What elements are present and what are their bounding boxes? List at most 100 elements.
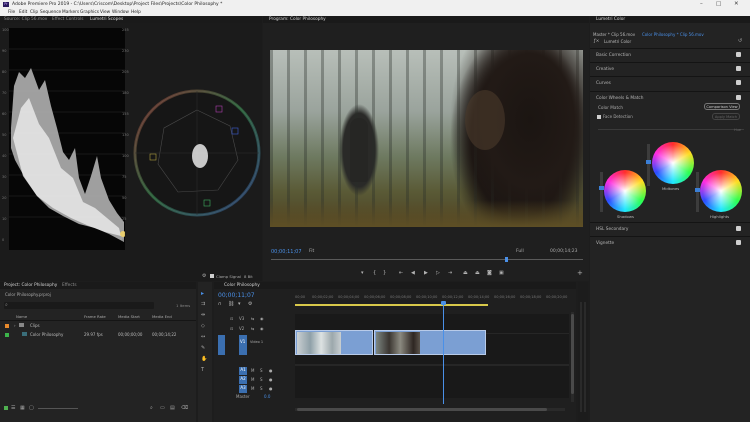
- lift-icon[interactable]: ⏏: [463, 270, 468, 276]
- time-ruler[interactable]: 00;00 00;00;02;00 00;00;04;00 00;00;06;0…: [295, 294, 569, 304]
- section-checkbox[interactable]: [736, 240, 741, 245]
- section-vignette[interactable]: Vignette: [590, 236, 750, 248]
- column-media-end[interactable]: Media End: [152, 314, 172, 319]
- eye-icon[interactable]: ◉: [260, 326, 264, 331]
- tab-lumetri-color[interactable]: Lumetri Color: [596, 17, 625, 22]
- track-name[interactable]: A2: [239, 376, 247, 384]
- icon-view-icon[interactable]: ▦: [20, 405, 25, 411]
- master-volume[interactable]: 0.0: [264, 394, 270, 399]
- project-search-input[interactable]: ⌕: [4, 302, 154, 309]
- section-color-wheels[interactable]: Color Wheels & Match: [590, 91, 750, 103]
- track-area[interactable]: [295, 314, 569, 398]
- step-back-icon[interactable]: ◀: [411, 270, 415, 276]
- highlights-wheel[interactable]: [700, 170, 742, 212]
- menu-graphics[interactable]: Graphics: [80, 10, 99, 15]
- go-to-out-icon[interactable]: ⇥: [448, 270, 452, 276]
- fit-select[interactable]: Fit: [309, 249, 314, 254]
- tab-program[interactable]: Program: Color Philosophy: [269, 17, 326, 22]
- zoom-slider[interactable]: [38, 408, 78, 409]
- section-checkbox[interactable]: [736, 226, 741, 231]
- track-name[interactable]: A1: [239, 367, 247, 375]
- go-to-in-icon[interactable]: ⇤: [399, 270, 403, 276]
- mute-button[interactable]: M: [251, 377, 254, 382]
- lock-icon[interactable]: [4, 406, 8, 410]
- mic-icon[interactable]: ●: [269, 368, 273, 373]
- sync-lock-icon[interactable]: ⇆: [251, 316, 254, 321]
- menu-sequence[interactable]: Sequence: [40, 10, 61, 15]
- column-frame-rate[interactable]: Frame Rate: [84, 314, 106, 319]
- list-view-icon[interactable]: ☰: [11, 405, 15, 411]
- column-name[interactable]: Name: [16, 314, 27, 319]
- maximize-button[interactable]: □: [716, 1, 721, 7]
- midtones-slider[interactable]: [646, 144, 651, 186]
- track-name[interactable]: A3: [239, 385, 247, 393]
- eye-icon[interactable]: ◉: [260, 316, 264, 321]
- solo-button[interactable]: S: [260, 386, 263, 391]
- menu-view[interactable]: View: [100, 10, 110, 15]
- tab-effects[interactable]: Effects: [62, 283, 77, 288]
- horizontal-scrollbar[interactable]: [295, 408, 565, 411]
- mic-icon[interactable]: ●: [269, 377, 273, 382]
- section-basic-correction[interactable]: Basic Correction: [590, 48, 750, 60]
- expand-arrow-icon[interactable]: ›: [14, 323, 16, 328]
- ripple-edit-tool-icon[interactable]: ⇹: [201, 312, 205, 318]
- mute-button[interactable]: M: [251, 386, 254, 391]
- shadows-wheel[interactable]: [604, 170, 646, 212]
- tab-sequence[interactable]: Color Philosophy: [224, 283, 260, 288]
- step-forward-icon[interactable]: ▷: [436, 270, 440, 276]
- playhead-marker[interactable]: [505, 257, 508, 262]
- resolution-select[interactable]: Full: [516, 249, 524, 254]
- source-patch-v1[interactable]: [218, 335, 225, 355]
- freeform-view-icon[interactable]: ▢: [29, 405, 34, 411]
- column-media-start[interactable]: Media Start: [118, 314, 140, 319]
- lock-icon[interactable]: ⊡: [230, 316, 233, 321]
- reset-effect-icon[interactable]: ↺: [738, 38, 742, 44]
- list-item[interactable]: › Clips: [0, 322, 196, 330]
- target-track-v1[interactable]: [239, 335, 247, 355]
- selection-tool-icon[interactable]: ▸: [201, 290, 204, 297]
- solo-button[interactable]: S: [260, 368, 263, 373]
- apply-match-button[interactable]: Apply Match: [712, 113, 740, 120]
- mute-button[interactable]: M: [251, 368, 254, 373]
- snap-icon[interactable]: ∩: [218, 301, 222, 307]
- video-clip[interactable]: [374, 330, 486, 355]
- playhead-handle[interactable]: [441, 301, 446, 305]
- hue-slider-track[interactable]: [598, 129, 744, 130]
- midtones-wheel[interactable]: [652, 142, 694, 184]
- work-area-bar[interactable]: [295, 304, 488, 306]
- fx-icon[interactable]: ƒ×: [594, 39, 599, 44]
- section-curves[interactable]: Curves: [590, 76, 750, 88]
- section-checkbox[interactable]: [736, 80, 741, 85]
- minimize-button[interactable]: –: [700, 1, 703, 7]
- mark-in-icon[interactable]: {: [373, 270, 376, 276]
- mic-icon[interactable]: ●: [269, 386, 273, 391]
- comparison-view-icon[interactable]: ▣: [499, 270, 504, 276]
- add-button-icon[interactable]: +: [577, 269, 583, 277]
- menu-window[interactable]: Window: [112, 10, 129, 15]
- close-button[interactable]: ✕: [734, 1, 739, 7]
- add-marker-icon[interactable]: ▾: [361, 270, 364, 276]
- vertical-scrollbar[interactable]: [571, 312, 574, 402]
- shadows-slider[interactable]: [599, 172, 604, 212]
- clamp-checkbox[interactable]: [210, 274, 214, 278]
- section-creative[interactable]: Creative: [590, 62, 750, 74]
- wrench-icon[interactable]: ⚙: [202, 274, 206, 279]
- new-bin-icon[interactable]: ▭: [160, 405, 165, 411]
- menu-edit[interactable]: Edit: [19, 10, 27, 15]
- menu-help[interactable]: Help: [131, 10, 141, 15]
- program-timecode[interactable]: 00;00;11;07: [271, 249, 302, 255]
- new-item-icon[interactable]: ▤: [170, 405, 175, 411]
- tab-lumetri-scopes[interactable]: Lumetri Scopes: [90, 17, 123, 22]
- search-icon[interactable]: ⌕: [150, 405, 153, 411]
- section-checkbox[interactable]: [736, 52, 741, 57]
- timeline-timecode[interactable]: 00;00;11;07: [218, 292, 255, 299]
- section-checkbox[interactable]: [736, 95, 741, 100]
- extract-icon[interactable]: ⏏: [475, 270, 480, 276]
- section-hsl-secondary[interactable]: HSL Secondary: [590, 222, 750, 234]
- slip-tool-icon[interactable]: ↔: [201, 334, 205, 340]
- type-tool-icon[interactable]: T: [201, 367, 204, 373]
- razor-tool-icon[interactable]: ◇: [201, 323, 205, 329]
- linked-selection-icon[interactable]: ⛓: [228, 301, 234, 307]
- menu-file[interactable]: File: [8, 10, 15, 15]
- pen-tool-icon[interactable]: ✎: [201, 345, 205, 351]
